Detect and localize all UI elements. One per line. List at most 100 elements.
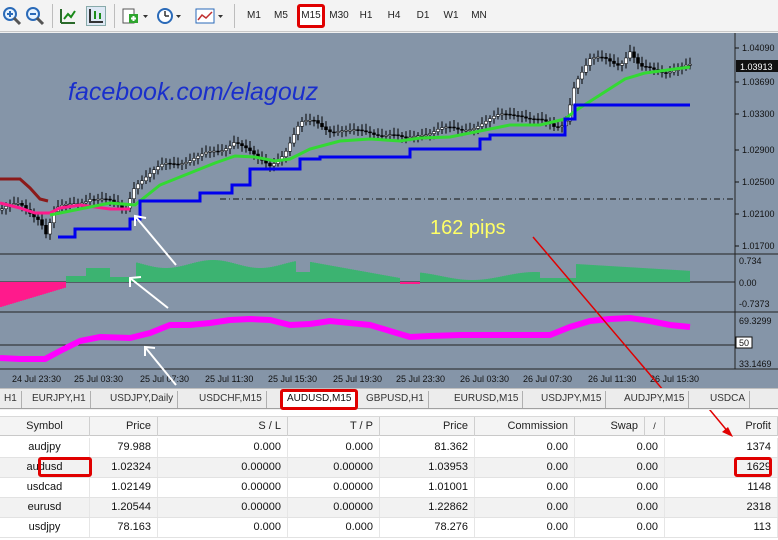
tab-usdjpy-m15[interactable]: USDJPY,M15 (537, 391, 607, 408)
histogram-bar (232, 263, 234, 282)
table-row[interactable]: eurusd 1.20544 0.00000 0.00000 1.22862 0.00 0.… (0, 498, 778, 518)
candle-body (220, 150, 224, 152)
candle-body (668, 71, 672, 74)
histogram-bar (158, 267, 160, 282)
histogram-bar (606, 265, 608, 282)
histogram-bar (152, 266, 154, 282)
cell-profit: 2318 (665, 498, 778, 517)
table-row[interactable]: usdjpy 78.163 0.000 0.000 78.276 0.00 0.00 113 (0, 518, 778, 538)
histogram-bar (52, 282, 54, 292)
tab-h1[interactable]: H1 (0, 391, 22, 408)
cell-tp: 0.000 (288, 438, 380, 457)
chart-type-icon[interactable] (58, 6, 78, 26)
candle-body (612, 60, 616, 64)
tab-gbpusd-h1[interactable]: GBPUSD,H1 (362, 391, 429, 408)
timeframe-m1[interactable]: M1 (243, 7, 265, 25)
candle-body (96, 198, 100, 201)
table-row[interactable]: audjpy 79.988 0.000 0.000 81.362 0.00 0.00 1374 (0, 438, 778, 458)
tab-eurjpy-h1[interactable]: EURJPY,H1 (28, 391, 91, 408)
column-header[interactable]: Profit (665, 417, 778, 436)
histogram-bar (614, 266, 616, 282)
cell-commission: 0.00 (475, 478, 575, 497)
candle-body (552, 123, 556, 127)
column-header[interactable]: Symbol (0, 417, 90, 436)
chart-area[interactable]: 1.04090 1.03690 1.03300 1.02900 1.02500 1.021… (0, 33, 778, 465)
histogram-bar (122, 277, 124, 282)
tab-usdchf-m15[interactable]: USDCHF,M15 (195, 391, 267, 408)
timeframe-m30[interactable]: M30 (326, 7, 352, 25)
candle-body (532, 118, 536, 121)
tab-audusd-m15[interactable]: AUDUSD,M15 (280, 389, 359, 410)
candle-body (104, 198, 108, 201)
histogram-bar (58, 282, 60, 290)
osc2-tick-label: 33.1469 (739, 359, 772, 369)
cell-tp: 0.00000 (288, 478, 380, 497)
column-header[interactable]: S / L (158, 417, 288, 436)
cell-price2: 1.22862 (380, 498, 475, 517)
histogram-bar (216, 260, 218, 282)
clock-icon[interactable] (156, 6, 181, 26)
crosshair-icon[interactable] (86, 6, 106, 26)
histogram-bar (306, 272, 308, 282)
candle-body (108, 198, 112, 201)
candle-body (272, 163, 276, 167)
histogram-bar (476, 279, 478, 282)
column-header[interactable]: Price (380, 417, 475, 436)
histogram-bar (502, 276, 504, 282)
histogram-bar (120, 277, 122, 282)
candle-body (424, 134, 428, 137)
candle-body (300, 121, 304, 127)
templates-icon[interactable] (195, 6, 223, 26)
zoom-out-icon[interactable] (25, 6, 45, 26)
zoom-in-icon[interactable] (2, 6, 22, 26)
histogram-bar (480, 279, 482, 282)
histogram-bar (518, 273, 520, 282)
histogram-bar (524, 272, 526, 282)
cell-symbol: usdjpy (0, 518, 90, 537)
candle-body (204, 151, 208, 155)
timeframe-m5[interactable]: M5 (270, 7, 292, 25)
timeframe-h4[interactable]: H4 (383, 7, 405, 25)
cell-sl: 0.00000 (158, 458, 288, 477)
histogram-bar (542, 278, 544, 282)
new-order-icon[interactable] (121, 6, 148, 26)
histogram-bar (262, 267, 264, 282)
tab-audjpy-m15[interactable]: AUDJPY,M15 (620, 391, 690, 408)
column-header[interactable]: Swap (575, 417, 645, 436)
column-header[interactable]: / (645, 417, 665, 436)
tab-usdca[interactable]: USDCA (706, 391, 751, 408)
histogram-bar (444, 276, 446, 282)
histogram-bar (596, 265, 598, 282)
candle-body (496, 114, 500, 117)
table-row[interactable]: audusd 1.02324 0.00000 0.00000 1.03953 0.00 0.… (0, 458, 778, 478)
histogram-bar (10, 282, 12, 304)
column-header[interactable]: Commission (475, 417, 575, 436)
histogram-bar (302, 272, 304, 282)
histogram-bar (370, 272, 372, 282)
column-header[interactable]: Price (90, 417, 158, 436)
histogram-bar (452, 278, 454, 282)
timeframe-h1[interactable]: H1 (355, 7, 377, 25)
candle-body (652, 67, 656, 70)
timeframe-w1[interactable]: W1 (440, 7, 462, 25)
timeframe-d1[interactable]: D1 (412, 7, 434, 25)
timeframe-m15[interactable]: M15 (297, 4, 325, 28)
table-row[interactable]: usdcad 1.02149 0.00000 0.00000 1.01001 0.00 0.… (0, 478, 778, 498)
histogram-bar (544, 278, 546, 282)
histogram-bar (36, 282, 38, 297)
histogram-bar (372, 273, 374, 282)
histogram-bar (358, 270, 360, 282)
highlight-audusd (38, 457, 92, 477)
price-tick-label: 1.03300 (742, 109, 775, 119)
tab-usdjpy-daily[interactable]: USDJPY,Daily (106, 391, 179, 408)
candle-body (432, 131, 436, 134)
histogram-bar (228, 262, 230, 282)
tab-eurusd-m15[interactable]: EURUSD,M15 (450, 391, 524, 408)
histogram-bar (336, 266, 338, 282)
timeframe-mn[interactable]: MN (468, 7, 490, 25)
histogram-bar (564, 278, 566, 282)
histogram-bar (668, 269, 670, 282)
cell-price2: 78.276 (380, 518, 475, 537)
column-header[interactable]: T / P (288, 417, 380, 436)
histogram-bar (640, 267, 642, 282)
